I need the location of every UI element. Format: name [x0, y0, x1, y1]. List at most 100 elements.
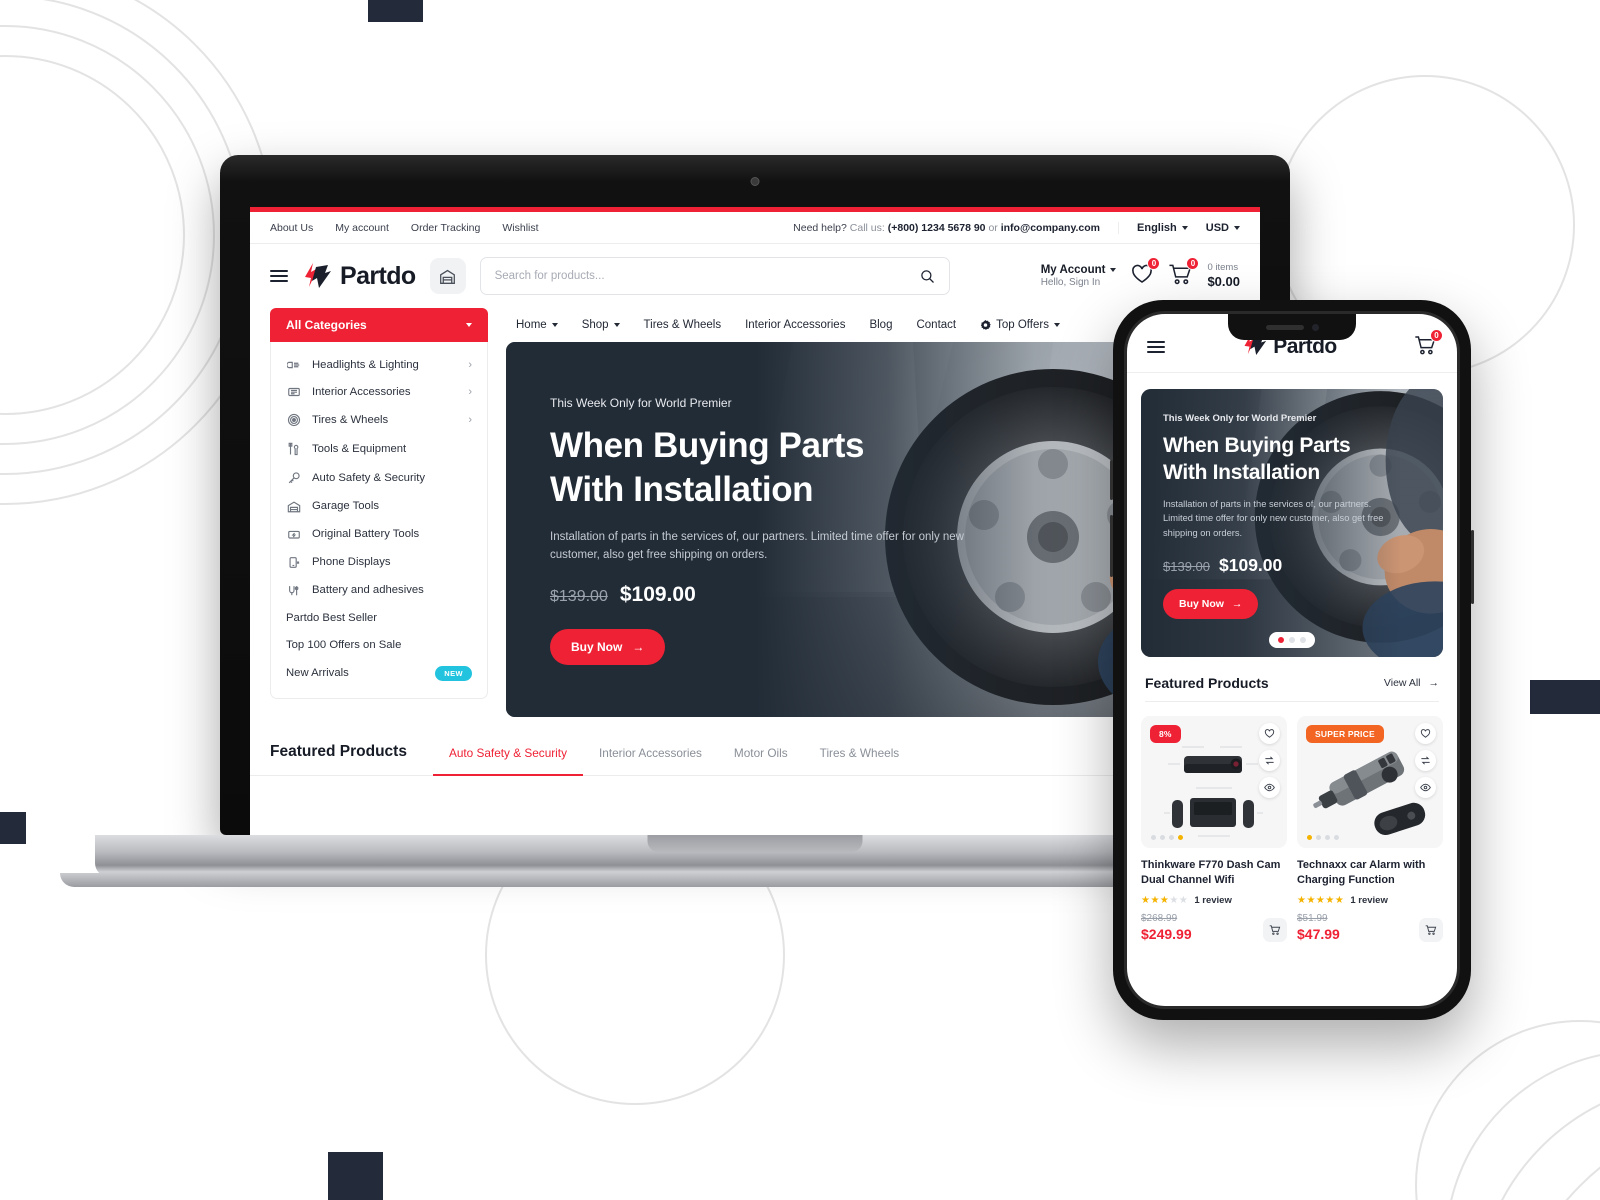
sidebar-item-battery-and-adhesives[interactable]: Battery and adhesives [271, 576, 487, 604]
hero-price: $139.00 $109.00 [550, 583, 980, 607]
swatch-1[interactable] [1151, 835, 1156, 840]
swatch-2[interactable] [1316, 835, 1321, 840]
search-bar[interactable] [479, 257, 950, 295]
color-swatches[interactable] [1307, 835, 1339, 840]
quick-view-eye-icon[interactable] [1415, 777, 1436, 798]
arrow-right-icon: → [1428, 677, 1440, 689]
carousel-dot-3[interactable] [1300, 637, 1306, 643]
cart-button[interactable]: 0 [1168, 256, 1200, 291]
swatch-3[interactable] [1169, 835, 1174, 840]
mobile-featured-header: Featured Products View All → [1127, 657, 1457, 701]
compare-icon[interactable] [1415, 750, 1436, 771]
carousel-dots[interactable] [1269, 632, 1315, 648]
gear-icon [980, 319, 991, 330]
new-badge: NEW [435, 665, 472, 681]
mobile-menu-hamburger-icon[interactable] [1147, 340, 1165, 354]
sidebar-item-partdo-best-seller[interactable]: Partdo Best Seller [271, 604, 487, 631]
product-card[interactable]: SUPER PRICE Technaxx car Alarm with Char… [1297, 716, 1443, 942]
mobile-hero-title-line1: When Buying Parts [1163, 434, 1351, 457]
sidebar-item-top-100-offers[interactable]: Top 100 Offers on Sale [271, 631, 487, 658]
arrow-right-icon: → [632, 640, 645, 655]
sidebar-item-tools-equipment[interactable]: Tools & Equipment [271, 434, 487, 463]
cart-summary[interactable]: 0 items $0.00 [1207, 262, 1240, 290]
wishlist-icon[interactable] [1259, 723, 1280, 744]
sidebar-item-label: Auto Safety & Security [312, 471, 426, 484]
decor-square-bottom [328, 1152, 383, 1200]
tab-motor-oils[interactable]: Motor Oils [718, 746, 804, 776]
nav-item-shop[interactable]: Shop [582, 319, 620, 331]
battery-icon [286, 528, 301, 541]
nav-item-blog[interactable]: Blog [869, 319, 892, 331]
hero-buy-now-button[interactable]: Buy Now → [550, 629, 666, 666]
mobile-hero-price: $139.00 $109.00 [1163, 555, 1385, 576]
tab-interior-accessories[interactable]: Interior Accessories [583, 746, 718, 776]
swatch-3[interactable] [1325, 835, 1330, 840]
quick-view-eye-icon[interactable] [1259, 777, 1280, 798]
color-swatches[interactable] [1151, 835, 1183, 840]
add-to-cart-button[interactable] [1419, 917, 1443, 942]
mobile-hero-buy-now-button[interactable]: Buy Now → [1163, 589, 1259, 620]
nav-item-top-offers[interactable]: Top Offers [980, 319, 1060, 331]
compare-icon[interactable] [1259, 750, 1280, 771]
my-account-label: My Account [1040, 263, 1106, 276]
sidebar-item-label: Original Battery Tools [312, 528, 420, 540]
page-canvas: About Us My account Order Tracking Wishl… [0, 0, 1600, 1200]
all-categories-button[interactable]: All Categories [270, 308, 488, 342]
tab-tires-wheels[interactable]: Tires & Wheels [804, 746, 916, 776]
mobile-cart-button[interactable]: 0 [1414, 328, 1443, 361]
language-selector[interactable]: English [1137, 222, 1188, 234]
sidebar-item-original-battery-tools[interactable]: Original Battery Tools [271, 520, 487, 548]
sidebar-item-garage-tools[interactable]: Garage Tools [271, 492, 487, 520]
chevron-right-icon: › [468, 413, 472, 426]
view-all-link[interactable]: View All → [1384, 677, 1439, 689]
nav-item-interior-accessories[interactable]: Interior Accessories [745, 319, 845, 331]
mobile-hero-banner[interactable]: This Week Only for World Premier When Bu… [1141, 389, 1443, 657]
nav-item-contact[interactable]: Contact [916, 319, 956, 331]
need-help-label: Need help? [793, 221, 847, 234]
sidebar-item-new-arrivals[interactable]: New Arrivals NEW [271, 658, 487, 688]
wishlist-icon[interactable] [1415, 723, 1436, 744]
email-address[interactable]: info@company.com [1001, 222, 1100, 234]
nav-item-home[interactable]: Home [516, 319, 558, 331]
phone-number[interactable]: (+800) 1234 5678 90 [888, 222, 986, 234]
wishlist-button[interactable]: 0 [1130, 256, 1161, 291]
sidebar-item-headlights-lighting[interactable]: Headlights & Lighting › [271, 351, 487, 378]
headlight-icon [286, 359, 301, 371]
hero-title: When Buying Parts With Installation [550, 424, 980, 512]
my-account-menu[interactable]: My Account Hello, Sign In [1041, 263, 1117, 290]
garage-button[interactable] [429, 258, 466, 294]
sidebar-item-auto-safety-security[interactable]: Auto Safety & Security [271, 463, 487, 492]
carousel-dot-2[interactable] [1289, 637, 1295, 643]
chevron-down-icon [466, 323, 472, 327]
product-card[interactable]: 8% Thinkware F770 Dash Cam Dual Channel … [1141, 716, 1287, 942]
cart-icon [1269, 925, 1281, 935]
add-to-cart-button[interactable] [1263, 917, 1287, 942]
menu-hamburger-icon[interactable] [270, 269, 288, 283]
sidebar-item-tires-wheels[interactable]: Tires & Wheels › [271, 405, 487, 434]
swatch-4[interactable] [1334, 835, 1339, 840]
topbar-link-order-tracking[interactable]: Order Tracking [411, 222, 480, 234]
product-thumbnail[interactable]: 8% [1141, 716, 1287, 848]
tab-auto-safety-security[interactable]: Auto Safety & Security [432, 746, 583, 776]
currency-selector[interactable]: USD [1206, 222, 1240, 234]
sidebar-item-label: Interior Accessories [312, 385, 411, 398]
topbar-link-about[interactable]: About Us [270, 222, 313, 234]
carousel-dot-1[interactable] [1278, 637, 1284, 643]
product-rating: ★★★★★ 1 review [1297, 895, 1443, 906]
product-name[interactable]: Thinkware F770 Dash Cam Dual Channel Wif… [1141, 858, 1287, 888]
site-logo[interactable]: Partdo [302, 262, 416, 291]
garage-icon [286, 500, 301, 513]
product-thumbnail[interactable]: SUPER PRICE [1297, 716, 1443, 848]
swatch-2[interactable] [1160, 835, 1165, 840]
nav-item-tires-wheels[interactable]: Tires & Wheels [644, 319, 722, 331]
product-name[interactable]: Technaxx car Alarm with Charging Functio… [1297, 858, 1443, 888]
search-input[interactable] [494, 270, 912, 282]
topbar-link-my-account[interactable]: My account [335, 222, 389, 234]
sidebar-item-interior-accessories[interactable]: Interior Accessories › [271, 378, 487, 405]
sidebar-item-phone-displays[interactable]: Phone Displays [271, 548, 487, 576]
topbar-link-wishlist[interactable]: Wishlist [502, 222, 538, 234]
view-all-label: View All [1383, 677, 1421, 689]
swatch-4[interactable] [1178, 835, 1183, 840]
chevron-down-icon [1234, 225, 1240, 230]
swatch-1[interactable] [1307, 835, 1312, 840]
